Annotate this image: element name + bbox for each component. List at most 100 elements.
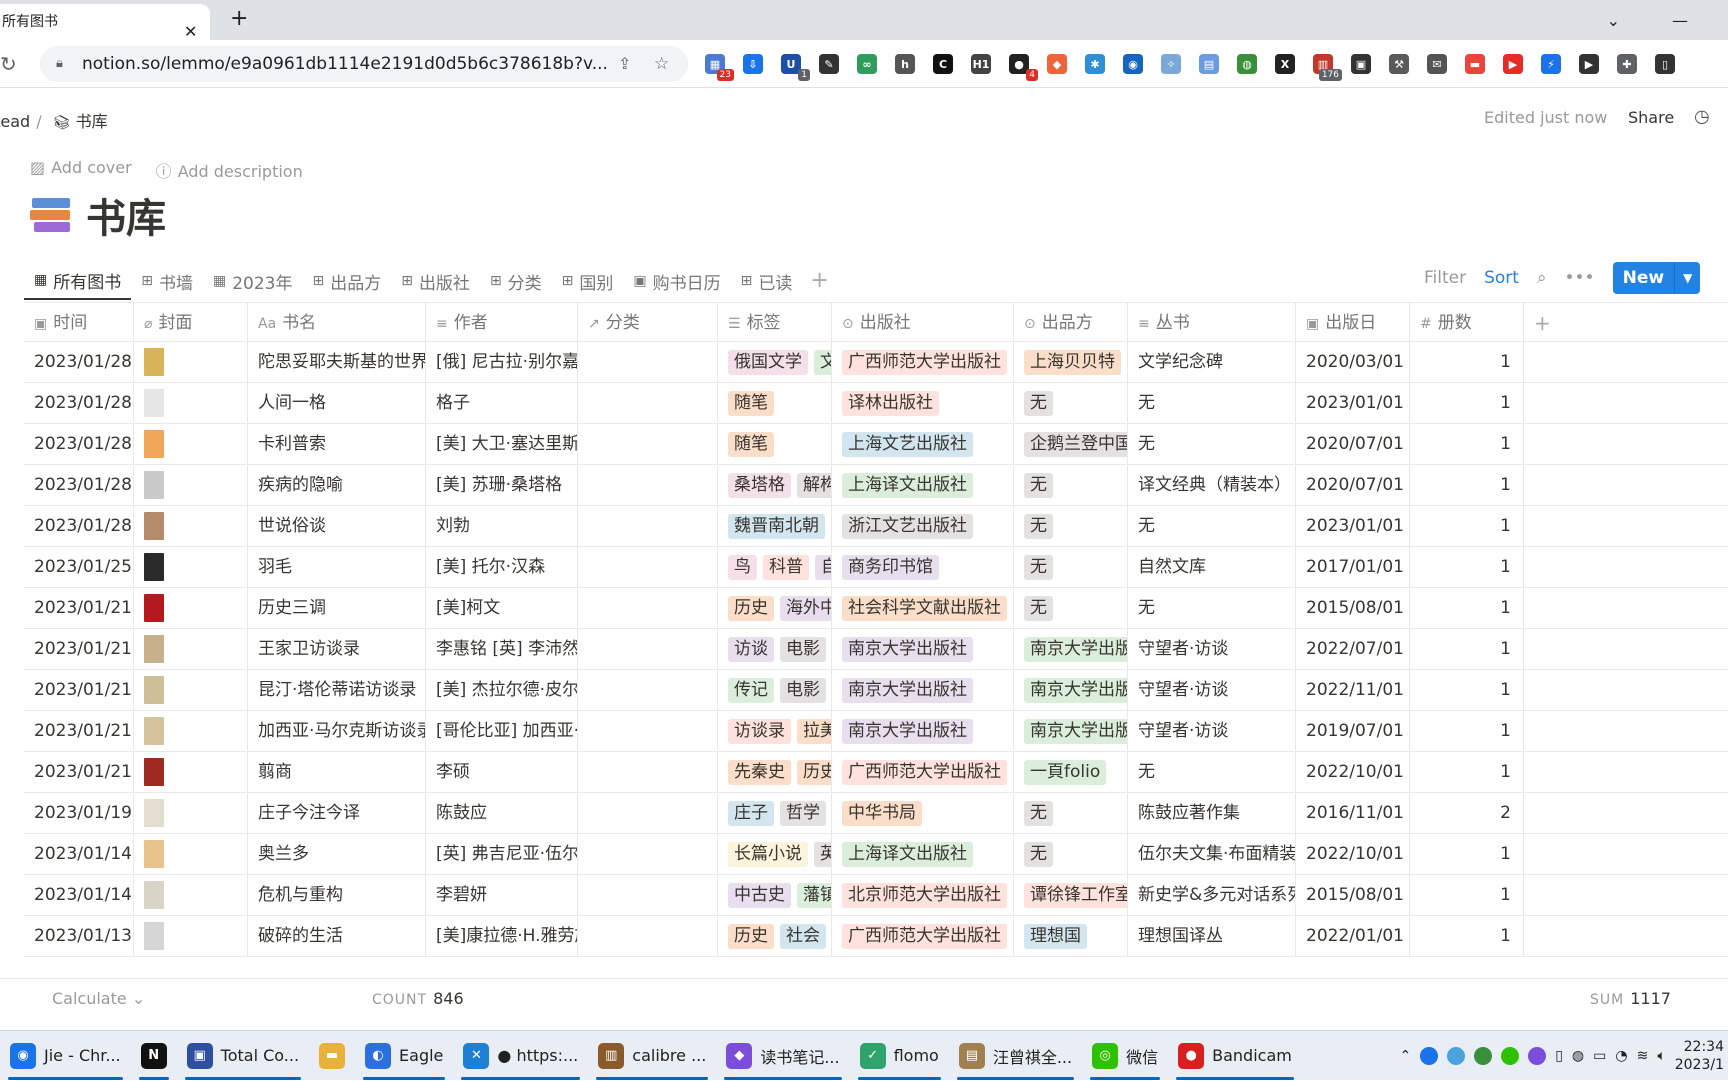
cell-册数[interactable]: 1 — [1410, 465, 1524, 505]
column-header-9[interactable]: ≡ 丛书 — [1128, 303, 1296, 341]
cell-分类[interactable] — [578, 588, 718, 628]
cell-标签[interactable]: 传记 电影 — [718, 670, 832, 710]
download-ext-icon[interactable]: ⇩ — [738, 49, 768, 79]
cell-册数[interactable]: 1 — [1410, 916, 1524, 956]
globe-ext-icon[interactable]: ◍ — [1232, 49, 1262, 79]
cell-标签[interactable]: 随笔 — [718, 424, 832, 464]
cell-时间[interactable]: 2023/01/25 — [24, 547, 134, 587]
cell-分类[interactable] — [578, 342, 718, 382]
cell-书名[interactable]: 羽毛 — [248, 547, 426, 587]
cell-丛书[interactable]: 陈鼓应著作集 — [1128, 793, 1296, 833]
chrome-blue-ext-icon[interactable]: ◉ — [1118, 49, 1148, 79]
cell-出版日[interactable]: 2020/07/01 — [1296, 424, 1410, 464]
doc-ext-icon[interactable]: ▤ — [1194, 49, 1224, 79]
cell-作者[interactable]: [美] 苏珊·桑塔格 — [426, 465, 578, 505]
cell-分类[interactable] — [578, 793, 718, 833]
column-header-2[interactable]: ⌀ 封面 — [134, 303, 248, 341]
cell-时间[interactable]: 2023/01/28 — [24, 506, 134, 546]
cell-书名[interactable]: 庄子今注今译 — [248, 793, 426, 833]
cell-时间[interactable]: 2023/01/21 — [24, 629, 134, 669]
usb-icon[interactable]: ▯ — [1555, 1048, 1563, 1064]
cell-出版社[interactable]: 上海译文出版社 — [832, 465, 1014, 505]
cell-封面[interactable] — [134, 506, 248, 546]
cell-时间[interactable]: 2023/01/28 — [24, 465, 134, 505]
cell-丛书[interactable]: 无 — [1128, 424, 1296, 464]
more-icon[interactable]: ••• — [1565, 268, 1595, 288]
cell-丛书[interactable]: 新史学&多元对话系列 — [1128, 875, 1296, 915]
table-row[interactable]: 2023/01/21 历史三调 [美]柯文 历史 海外中 社会科学文献出版社无无 2015/… — [24, 588, 1728, 629]
sidepanel-ext-icon[interactable]: ▯ — [1650, 49, 1680, 79]
cell-书名[interactable]: 历史三调 — [248, 588, 426, 628]
taskbar-vscode[interactable]: ✕ ● https:... — [453, 1031, 588, 1081]
cell-出版日[interactable]: 2020/07/01 — [1296, 465, 1410, 505]
cell-出版日[interactable]: 2019/07/01 — [1296, 711, 1410, 751]
view-tab-9[interactable]: ⊞ 已读 — [731, 262, 803, 300]
minimize-icon[interactable]: — — [1672, 11, 1688, 30]
cell-书名[interactable]: 卡利普索 — [248, 424, 426, 464]
cell-封面[interactable] — [134, 834, 248, 874]
cat-ext-icon[interactable]: ● 4 — [1004, 49, 1038, 81]
cell-时间[interactable]: 2023/01/28 — [24, 424, 134, 464]
cell-出版日[interactable]: 2015/08/01 — [1296, 875, 1410, 915]
cell-作者[interactable]: 李碧妍 — [426, 875, 578, 915]
cell-书名[interactable]: 昆汀·塔伦蒂诺访谈录 — [248, 670, 426, 710]
book-cover-thumbnail[interactable] — [144, 553, 164, 581]
page-title[interactable]: 书库 — [30, 186, 166, 244]
cell-分类[interactable] — [578, 383, 718, 423]
cell-出品方[interactable]: 无 — [1014, 547, 1128, 587]
cell-时间[interactable]: 2023/01/28 — [24, 342, 134, 382]
column-header-5[interactable]: ↗ 分类 — [578, 303, 718, 341]
cell-分类[interactable] — [578, 875, 718, 915]
orange-ext-icon[interactable]: ◆ — [1042, 49, 1072, 79]
column-header-11[interactable]: # 册数 — [1410, 303, 1524, 341]
cell-作者[interactable]: [美] 托尔·汉森 — [426, 547, 578, 587]
cell-出品方[interactable]: 南京大学出版社 — [1014, 711, 1128, 751]
table-row[interactable]: 2023/01/21 翦商 李硕 先秦史历史广西师范大学出版社一頁folio 无 2022… — [24, 752, 1728, 793]
view-tab-4[interactable]: ⊞ 出品方 — [302, 262, 391, 300]
cell-作者[interactable]: 陈鼓应 — [426, 793, 578, 833]
breadcrumb-parent[interactable]: Read — [0, 112, 30, 131]
taskbar-wechat[interactable]: ◎ 微信 — [1082, 1031, 1168, 1081]
new-button[interactable]: New ▼ — [1612, 262, 1701, 294]
cell-分类[interactable] — [578, 670, 718, 710]
cell-丛书[interactable]: 理想国译丛 — [1128, 916, 1296, 956]
cell-出品方[interactable]: 谭徐锋工作室 — [1014, 875, 1128, 915]
cell-丛书[interactable]: 守望者·访谈 — [1128, 670, 1296, 710]
cell-封面[interactable] — [134, 793, 248, 833]
cell-出版社[interactable]: 广西师范大学出版社 — [832, 752, 1014, 792]
cell-封面[interactable] — [134, 875, 248, 915]
cell-出版社[interactable]: 南京大学出版社 — [832, 670, 1014, 710]
cell-册数[interactable]: 1 — [1410, 506, 1524, 546]
bookmark-star-icon[interactable]: ☆ — [654, 46, 669, 82]
clock-icon[interactable]: ◷ — [1694, 106, 1710, 127]
cell-时间[interactable]: 2023/01/19 — [24, 793, 134, 833]
cell-出版日[interactable]: 2022/11/01 — [1296, 670, 1410, 710]
cell-册数[interactable]: 1 — [1410, 342, 1524, 382]
cell-丛书[interactable]: 守望者·访谈 — [1128, 711, 1296, 751]
pip-ext-icon[interactable]: ▣ — [1346, 49, 1376, 79]
tray-app-icon[interactable] — [1474, 1047, 1493, 1065]
cell-封面[interactable] — [134, 916, 248, 956]
cell-出版日[interactable]: 2022/10/01 — [1296, 834, 1410, 874]
cell-册数[interactable]: 1 — [1410, 629, 1524, 669]
cell-作者[interactable]: [美] 大卫·塞达里斯 — [426, 424, 578, 464]
u-ext-icon[interactable]: U1 — [776, 49, 810, 81]
compass-ext-icon[interactable]: ✧ — [1156, 49, 1186, 79]
wechat-tray-icon[interactable] — [1501, 1047, 1520, 1065]
book-cover-thumbnail[interactable] — [144, 799, 164, 827]
cell-标签[interactable]: 桑塔格解构 — [718, 465, 832, 505]
taskbar-bandicam[interactable]: ● Bandicam — [1168, 1031, 1302, 1081]
cell-封面[interactable] — [134, 547, 248, 587]
cell-分类[interactable] — [578, 629, 718, 669]
cell-标签[interactable]: 魏晋南北朝 — [718, 506, 832, 546]
cell-丛书[interactable]: 文学纪念碑 — [1128, 342, 1296, 382]
cell-出品方[interactable]: 理想国 — [1014, 916, 1128, 956]
new-tab-icon[interactable]: + — [230, 6, 248, 31]
table-row[interactable]: 2023/01/28 卡利普索 [美] 大卫·塞达里斯 随笔 上海文艺出版社 企鹅兰登中国… — [24, 424, 1728, 465]
sum-summary[interactable]: SUM 1117 — [1590, 989, 1671, 1008]
taskbar-obsidian[interactable]: ◆ 读书笔记... — [716, 1031, 849, 1081]
column-header-6[interactable]: ☰ 标签 — [718, 303, 832, 341]
tray-app-icon[interactable] — [1447, 1047, 1466, 1065]
cell-标签[interactable]: 先秦史历史 — [718, 752, 832, 792]
table-row[interactable]: 2023/01/14 危机与重构 李碧妍 中古史藩镇北京师范大学出版社谭徐锋工作室新史… — [24, 875, 1728, 916]
